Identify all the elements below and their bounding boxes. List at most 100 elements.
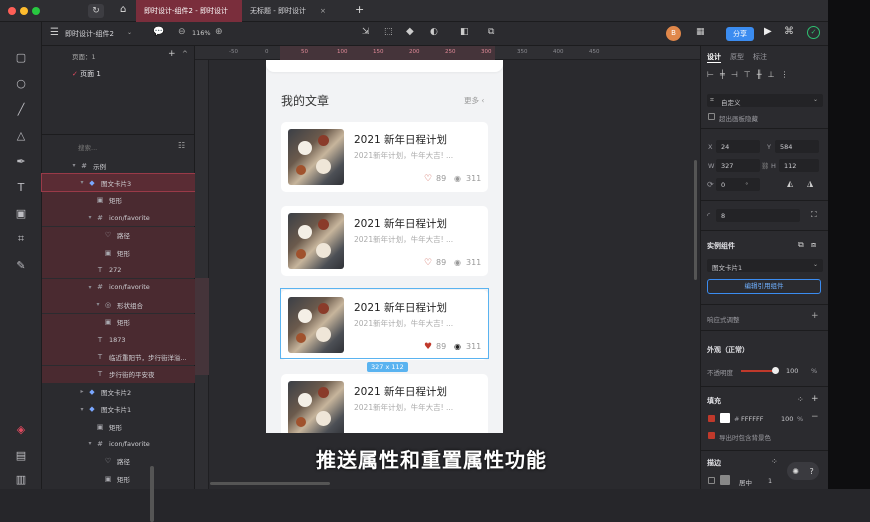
- opacity-slider-handle[interactable]: [772, 367, 779, 374]
- assets-icon[interactable]: ▤: [12, 446, 30, 464]
- mobile-frame[interactable]: 我的文章 更多 ‹ 2021 新年日程计划 2021新年计划，牛年大吉! ... ♡…: [266, 60, 503, 433]
- stroke-align-select[interactable]: 居中: [739, 477, 752, 487]
- appearance-title[interactable]: 外观（正常）: [707, 345, 749, 355]
- layer-row[interactable]: ▾ ◎ 形状组合: [42, 296, 195, 314]
- layer-row[interactable]: T 272: [42, 261, 195, 279]
- layer-row[interactable]: ▾ # icon/favorite: [42, 278, 195, 296]
- crop-tool-icon[interactable]: ⌗: [12, 230, 30, 248]
- independent-corners-icon[interactable]: ⛶: [811, 210, 817, 220]
- boolean-icon[interactable]: ◧: [460, 27, 469, 37]
- layer-row[interactable]: ▾ # 示例: [42, 157, 195, 174]
- layer-row[interactable]: ▾ # icon/favorite: [42, 209, 195, 227]
- selection-box[interactable]: [280, 288, 489, 359]
- zoom-window-button[interactable]: [32, 7, 40, 15]
- canvas-scrollbar-vertical[interactable]: [694, 160, 697, 280]
- layer-search-input[interactable]: 搜索...: [78, 142, 97, 152]
- help-widget[interactable]: ✺?: [787, 462, 819, 480]
- article-card[interactable]: 2021 新年日程计划 2021新年计划，牛年大吉! ... ♡ 89 ◉ 311: [281, 122, 488, 192]
- history-icon[interactable]: ▥: [12, 470, 30, 488]
- layer-row[interactable]: ▣ 矩形: [42, 470, 195, 487]
- flip-vertical-icon[interactable]: ◮: [807, 179, 813, 188]
- layer-row[interactable]: ▣ 矩形: [42, 244, 195, 261]
- expand-caret-icon[interactable]: ▸: [78, 388, 86, 395]
- fill-hex-field[interactable]: FFFFFF: [741, 415, 763, 423]
- x-field[interactable]: 24: [716, 140, 760, 153]
- fill-color-swatch[interactable]: [720, 413, 730, 423]
- select-frame-icon[interactable]: ⬚: [384, 27, 393, 37]
- layer-row[interactable]: ▾ ◆ 图文卡片1: [42, 401, 195, 418]
- close-window-button[interactable]: [8, 7, 16, 15]
- layer-row[interactable]: ▾ # icon/favorite: [42, 435, 195, 452]
- inspector-tab[interactable]: 设计: [707, 52, 721, 63]
- chevron-down-icon[interactable]: ⌄: [127, 29, 132, 36]
- tab-current[interactable]: 即时设计-组件2 - 即时设计: [136, 0, 242, 22]
- export-bg-checkbox[interactable]: [708, 432, 715, 439]
- zoom-in-icon[interactable]: ⊕: [215, 27, 223, 37]
- clip-content-checkbox[interactable]: [708, 113, 715, 120]
- stroke-enabled-checkbox[interactable]: [708, 477, 715, 484]
- avatar[interactable]: B: [666, 26, 681, 41]
- style-icon[interactable]: ⁘: [797, 395, 804, 404]
- layers-scrollbar[interactable]: [150, 466, 154, 522]
- expand-caret-icon[interactable]: ▾: [70, 162, 78, 169]
- page-item[interactable]: ✓ 页面 1: [72, 69, 101, 79]
- align-middle-icon[interactable]: ╫: [757, 70, 762, 82]
- align-left-icon[interactable]: ⊢: [707, 70, 714, 82]
- play-icon[interactable]: ▶: [764, 26, 772, 37]
- add-fill-icon[interactable]: +: [811, 394, 819, 404]
- image-tool-icon[interactable]: ▣: [12, 204, 30, 222]
- layers-icon[interactable]: ◈: [12, 420, 30, 438]
- frame-type-select[interactable]: ⌗ 自定义 ⌄: [707, 94, 823, 107]
- add-page-icon[interactable]: +: [168, 49, 176, 59]
- expand-caret-icon[interactable]: ▾: [78, 406, 86, 413]
- filter-icon[interactable]: ☷: [178, 141, 185, 150]
- inspector-tab[interactable]: 标注: [753, 52, 767, 63]
- collapse-icon[interactable]: ^: [182, 50, 188, 58]
- home-icon[interactable]: ⌂: [120, 4, 126, 15]
- component-icon[interactable]: ◆: [406, 26, 414, 37]
- layer-row[interactable]: T 步行街的平安夜: [42, 365, 195, 383]
- go-to-component-icon[interactable]: ⧉: [798, 240, 804, 250]
- inspector-tab[interactable]: 原型: [730, 52, 744, 63]
- detach-icon[interactable]: ⧈: [811, 240, 816, 250]
- project-name[interactable]: 即时设计-组件2: [65, 29, 114, 39]
- line-tool-icon[interactable]: ╱: [12, 100, 30, 118]
- expand-caret-icon[interactable]: ▾: [78, 179, 86, 186]
- component-select[interactable]: 图文卡片1 ⌄: [707, 259, 823, 272]
- add-responsive-icon[interactable]: +: [811, 311, 819, 321]
- align-right-icon[interactable]: ⊣: [731, 70, 738, 82]
- help-icon[interactable]: ?: [809, 467, 813, 476]
- export-icon[interactable]: ⇲: [362, 27, 370, 37]
- layer-row[interactable]: T 1873: [42, 331, 195, 348]
- reload-icon[interactable]: ↻: [88, 4, 104, 18]
- stroke-width-field[interactable]: 1: [768, 477, 772, 485]
- align-bottom-icon[interactable]: ⊥: [768, 70, 775, 82]
- heart-icon[interactable]: ♡: [424, 258, 432, 268]
- expand-caret-icon[interactable]: ▾: [94, 301, 102, 308]
- layer-row[interactable]: ▸ ◆ 图文卡片2: [42, 383, 195, 400]
- width-field[interactable]: 327: [716, 159, 760, 172]
- theme-icon[interactable]: ✺: [792, 467, 799, 476]
- layers-group-icon[interactable]: ⧉: [488, 27, 494, 37]
- distribute-icon[interactable]: ⋮: [781, 70, 789, 82]
- heart-icon[interactable]: ♡: [424, 174, 432, 184]
- minimize-window-button[interactable]: [20, 7, 28, 15]
- align-top-icon[interactable]: ⊤: [744, 70, 751, 82]
- mask-icon[interactable]: ◐: [430, 27, 438, 37]
- frame-tool-icon[interactable]: ▢: [12, 48, 30, 66]
- expand-caret-icon[interactable]: ▾: [86, 214, 94, 221]
- comment-icon[interactable]: 💬: [153, 27, 164, 37]
- layer-row[interactable]: ▾ ◆ 图文卡片3: [41, 173, 196, 193]
- article-card[interactable]: 2021 新年日程计划 2021新年计划，牛年大吉! ...: [281, 374, 488, 433]
- rotation-field[interactable]: 0 °: [716, 178, 760, 191]
- height-field[interactable]: 112: [779, 159, 819, 172]
- constrain-icon[interactable]: ⛓: [761, 162, 769, 170]
- stroke-color-swatch[interactable]: [720, 475, 730, 485]
- flip-horizontal-icon[interactable]: ◭: [787, 179, 793, 188]
- pen-tool-icon[interactable]: ✒: [12, 152, 30, 170]
- opacity-value[interactable]: 100: [786, 367, 798, 375]
- remove-fill-icon[interactable]: −: [811, 412, 819, 422]
- menu-icon[interactable]: ☰: [50, 27, 59, 38]
- text-tool-icon[interactable]: T: [12, 178, 30, 196]
- layer-row[interactable]: ♡ 路径: [42, 226, 195, 244]
